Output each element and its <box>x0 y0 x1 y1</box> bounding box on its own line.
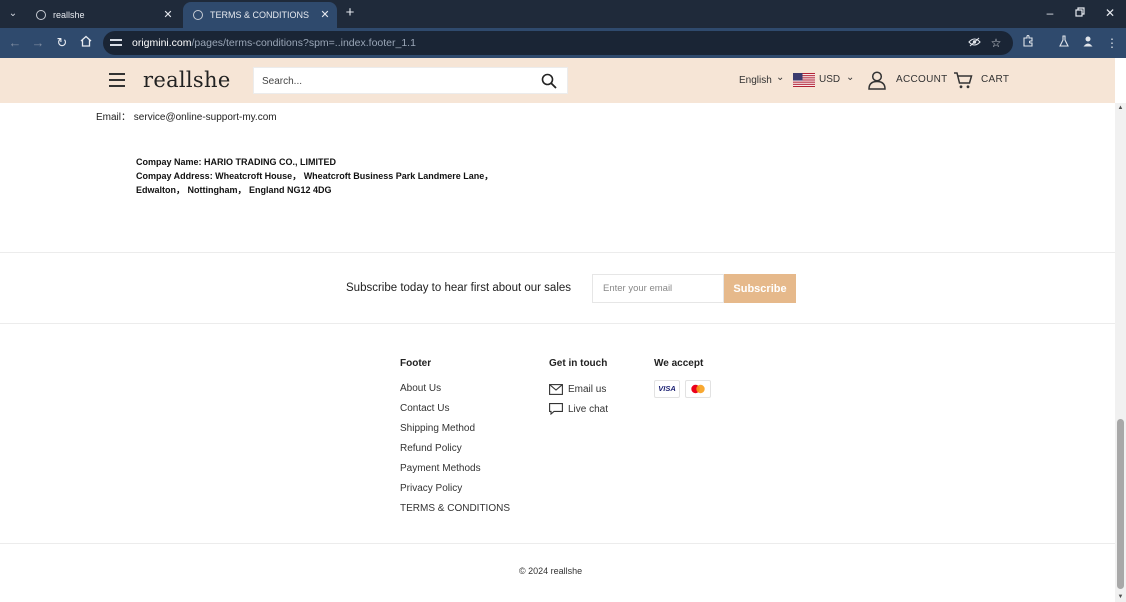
site-header: reallshe English ⌄ USD ⌄ ACCOUNT CART <box>0 58 1115 103</box>
home-icon[interactable] <box>77 34 95 52</box>
company-address-line-2: Edwalton， Nottingham， England NG12 4DG <box>136 185 332 195</box>
shopping-cart-icon[interactable] <box>953 70 973 90</box>
site-logo[interactable]: reallshe <box>143 68 231 92</box>
chat-bubble-icon <box>549 403 563 415</box>
scroll-up-arrow-icon[interactable]: ▲ <box>1115 103 1126 113</box>
section-divider <box>0 252 1115 253</box>
tab-search-chevron-icon[interactable]: ⌄ <box>4 6 22 22</box>
footer-link-payment-methods[interactable]: Payment Methods <box>400 463 481 474</box>
live-chat-label: Live chat <box>568 403 609 415</box>
back-arrow-icon[interactable]: ← <box>6 34 24 52</box>
currency-selector[interactable]: USD <box>819 74 840 85</box>
eye-off-icon[interactable] <box>967 36 981 50</box>
tab-title: reallshe <box>53 10 85 20</box>
section-divider <box>0 323 1115 324</box>
chevron-down-icon[interactable]: ⌄ <box>776 72 784 83</box>
footer-link-about-us[interactable]: About Us <box>400 383 441 394</box>
forward-arrow-icon[interactable]: → <box>29 34 47 52</box>
footer-link-privacy-policy[interactable]: Privacy Policy <box>400 483 462 494</box>
visa-icon: VISA <box>654 380 680 398</box>
page-scrollbar[interactable]: ▲ ▼ <box>1115 103 1126 602</box>
close-tab-icon[interactable]: ✕ <box>317 7 333 23</box>
profile-avatar-icon[interactable] <box>1080 35 1096 51</box>
extensions-puzzle-icon[interactable] <box>1020 34 1036 51</box>
close-tab-icon[interactable]: ✕ <box>160 7 176 23</box>
close-window-icon[interactable]: ✕ <box>1102 5 1118 21</box>
browser-menu-icon[interactable]: ⋮ <box>1104 35 1120 51</box>
subscribe-heading: Subscribe today to hear first about our … <box>346 282 572 294</box>
email-us-label: Email us <box>568 383 607 395</box>
envelope-icon <box>549 383 563 395</box>
us-flag-icon <box>793 73 815 87</box>
we-accept-title: We accept <box>654 358 704 369</box>
footer-link-terms-conditions[interactable]: TERMS & CONDITIONS <box>400 503 510 514</box>
new-tab-button[interactable]: + <box>342 5 358 21</box>
user-account-icon[interactable] <box>867 70 887 90</box>
company-address-line-1: Compay Address: Wheatcroft House， Wheatc… <box>136 171 494 181</box>
newsletter-email-input[interactable] <box>592 274 724 303</box>
menu-hamburger-icon[interactable] <box>109 73 125 87</box>
scroll-down-arrow-icon[interactable]: ▼ <box>1115 592 1126 602</box>
minimize-icon[interactable]: – <box>1042 5 1058 21</box>
chevron-down-icon[interactable]: ⌄ <box>846 72 854 83</box>
company-name: Compay Name: HARIO TRADING CO., LIMITED <box>136 157 337 167</box>
email-us-link[interactable]: Email us <box>549 382 606 396</box>
search-input[interactable] <box>262 73 532 89</box>
company-info-block: Compay Name: HARIO TRADING CO., LIMITED … <box>136 155 493 197</box>
get-in-touch-title: Get in touch <box>549 358 608 369</box>
browser-toolbar: ← → ↻ origmini.com/pages/terms-condition… <box>0 28 1126 58</box>
email-label: Email： <box>96 112 132 123</box>
subscribe-button[interactable]: Subscribe <box>724 274 796 303</box>
globe-icon <box>36 10 46 20</box>
site-settings-icon[interactable] <box>110 37 124 49</box>
tab-title: TERMS & CONDITIONS <box>210 10 310 20</box>
search-box <box>253 67 568 94</box>
browser-tab-strip: ⌄ reallshe ✕ TERMS & CONDITIONS ✕ + – ✕ <box>0 0 1126 28</box>
scrollbar-thumb[interactable] <box>1117 419 1124 589</box>
live-chat-link[interactable]: Live chat <box>549 402 608 416</box>
footer-link-contact-us[interactable]: Contact Us <box>400 403 449 414</box>
browser-tab-reallshe[interactable]: reallshe ✕ <box>26 2 180 28</box>
reload-icon[interactable]: ↻ <box>53 34 71 52</box>
search-icon[interactable] <box>541 73 557 89</box>
labs-flask-icon[interactable] <box>1056 35 1072 51</box>
footer-link-shipping-method[interactable]: Shipping Method <box>400 423 475 434</box>
language-selector[interactable]: English <box>739 75 772 86</box>
browser-tab-terms[interactable]: TERMS & CONDITIONS ✕ <box>183 2 337 28</box>
contact-email-line: Email： service@online-support-my.com <box>96 108 277 123</box>
url-text[interactable]: origmini.com/pages/terms-conditions?spm=… <box>132 37 416 49</box>
section-divider <box>0 543 1115 544</box>
restore-icon[interactable] <box>1072 5 1088 21</box>
account-link[interactable]: ACCOUNT <box>896 74 948 85</box>
address-bar[interactable]: origmini.com/pages/terms-conditions?spm=… <box>103 31 1013 55</box>
mastercard-icon <box>685 380 711 398</box>
visa-wordmark: VISA <box>658 384 676 393</box>
footer-link-refund-policy[interactable]: Refund Policy <box>400 443 462 454</box>
cart-link[interactable]: CART <box>981 74 1009 85</box>
copyright-text: © 2024 reallshe <box>519 566 583 576</box>
globe-icon <box>193 10 203 20</box>
email-value: service@online-support-my.com <box>133 112 277 123</box>
footer-column-title: Footer <box>400 358 432 369</box>
bookmark-star-icon[interactable]: ☆ <box>989 36 1003 50</box>
